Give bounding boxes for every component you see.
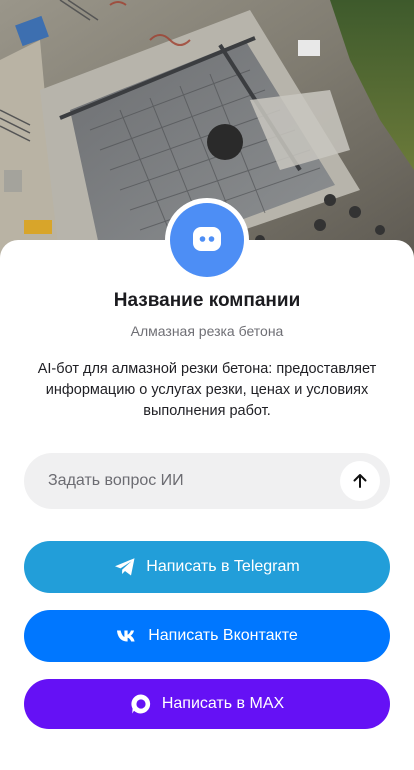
write-vk-button[interactable]: Написать Вконтакте: [24, 610, 390, 662]
company-name: Название компании: [113, 290, 301, 311]
write-max-button[interactable]: Написать в MAX: [24, 679, 390, 729]
telegram-icon: [114, 556, 136, 578]
ask-ai-box: [24, 453, 390, 509]
avatar-circle: [170, 203, 244, 277]
company-description: AI-бот для алмазной резки бетона: предос…: [37, 361, 377, 419]
chat-bot-icon: [193, 227, 221, 251]
arrow-up-icon: [353, 474, 367, 488]
company-subtitle: Алмазная резка бетона: [130, 323, 284, 339]
landing-page: Название компании Алмазная резка бетона …: [0, 0, 414, 770]
write-vk-label: Написать Вконтакте: [148, 627, 298, 644]
ask-ai-input[interactable]: [48, 453, 348, 509]
max-icon: [130, 693, 152, 715]
avatar: [165, 198, 249, 282]
write-telegram-button[interactable]: Написать в Telegram: [24, 541, 390, 593]
vk-icon: [116, 625, 138, 647]
write-max-label: Написать в MAX: [161, 695, 285, 712]
write-telegram-label: Написать в Telegram: [146, 558, 300, 575]
send-button[interactable]: [340, 461, 380, 501]
